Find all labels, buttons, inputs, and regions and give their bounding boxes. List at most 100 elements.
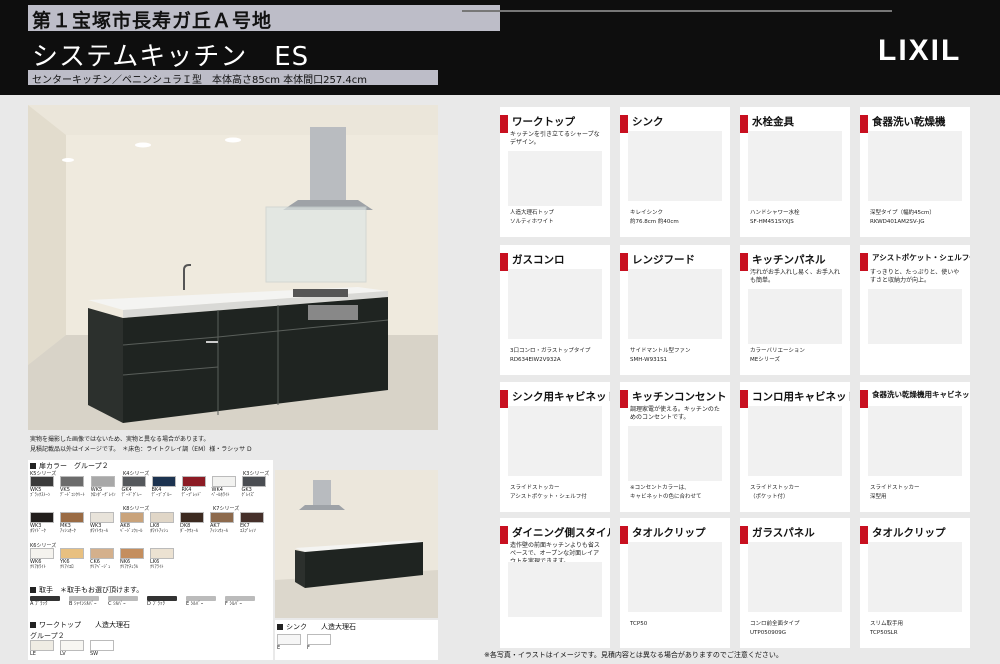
color-swatch[interactable]: NK6 ｸﾘｱﾅﾁｭﾗﾙ bbox=[120, 548, 144, 571]
card-accent-tab bbox=[500, 253, 508, 271]
swatch-name: ｸﾞﾚｲｽﾞ bbox=[241, 493, 256, 498]
card-caption: ※コンセントカラーは、 bbox=[630, 485, 690, 491]
sink-option[interactable]: E bbox=[277, 634, 301, 651]
footer-note: ※各写真・イラストはイメージです。見積内容とは異なる場合がありますのでご注意くだ… bbox=[484, 651, 783, 659]
handle-label: F ｼﾙﾊﾞｰ bbox=[225, 601, 242, 607]
color-swatch[interactable]: VK5 ﾃﾞｰﾄﾞｺﾝｸﾘｰﾄ bbox=[60, 476, 85, 499]
header-divider bbox=[462, 10, 892, 12]
color-swatch[interactable]: WK3 ﾎﾜｲﾄﾞｰｸ bbox=[30, 512, 54, 535]
feature-card: 食器洗い乾燥機 深型タイプ（幅約45cm） RKWD401AM2SV-JG bbox=[860, 107, 970, 237]
handle-option[interactable]: C ｼﾙﾊﾞｰ bbox=[108, 596, 142, 607]
sink-option[interactable]: F bbox=[307, 634, 331, 651]
swatch-chip bbox=[90, 512, 114, 523]
color-swatch[interactable]: WK3 ﾎﾜｲﾄｳｫｰﾙ bbox=[90, 512, 114, 535]
product-image bbox=[748, 289, 842, 344]
handle-label: C ｼﾙﾊﾞｰ bbox=[108, 601, 126, 607]
card-title: レンジフード bbox=[632, 254, 695, 266]
color-swatch[interactable]: RK4 ﾃﾞｰﾌﾟﾚｯﾄﾞ bbox=[181, 476, 206, 499]
card-accent-tab bbox=[500, 526, 508, 544]
color-swatch[interactable]: AK8 ﾍﾞｰｼﾞｭｳｫｰﾙ bbox=[120, 512, 144, 535]
card-caption-secondary: キャビネットの色に合わせて bbox=[630, 494, 702, 500]
color-swatch[interactable]: LK6 ｸﾘｱﾗｲﾄ bbox=[150, 548, 174, 571]
handle-option[interactable]: B ｼｬｲﾝｼﾙﾊﾞｰ bbox=[69, 596, 103, 607]
swatch-chip bbox=[60, 548, 84, 559]
card-accent-tab bbox=[620, 115, 628, 133]
swatch-chip bbox=[150, 512, 174, 523]
swatch-name: ｴｽﾌﾟﾚｯｿ bbox=[240, 529, 256, 534]
handle-heading-text: 取手 ＊取手もお選び頂けます。 bbox=[39, 586, 144, 594]
color-swatch[interactable]: WK5 ﾌﾞﾗｯｸｽﾄｰﾝ bbox=[30, 476, 54, 499]
swatch-name: ﾍﾟｰﾙﾎﾜｲﾄ bbox=[211, 493, 230, 498]
card-title: 食器洗い乾燥機用キャビネット bbox=[872, 390, 970, 399]
swatch-chip bbox=[30, 476, 54, 487]
color-swatch[interactable]: GK4 ﾃﾞｰﾄﾞｸﾞﾚｰ bbox=[121, 476, 146, 499]
color-swatch[interactable]: EK7 ｴｽﾌﾟﾚｯｿ bbox=[240, 512, 264, 535]
color-swatch[interactable]: CK6 ｸﾘｱﾍﾞｰｼﾞｭ bbox=[90, 548, 114, 571]
color-swatch[interactable]: DK8 ﾀﾞｰｸｳｫｰﾙ bbox=[180, 512, 204, 535]
card-title: コンロ用キャビネット bbox=[752, 391, 850, 403]
card-accent-tab bbox=[620, 526, 628, 544]
bullet-square-icon bbox=[30, 587, 36, 593]
color-swatch[interactable]: GK3 ｸﾞﾚｲｽﾞ bbox=[241, 476, 266, 499]
swatch-name: ﾃﾞｰﾌﾞﾌﾞﾙｰ bbox=[151, 493, 172, 498]
product-image bbox=[868, 131, 962, 201]
card-caption: 3口コンロ・ガラストップタイプ bbox=[510, 348, 591, 354]
color-swatch[interactable]: WK5 ｸﾛﾝﾀﾞｰｸﾞﾚｲﾝ bbox=[90, 476, 116, 499]
color-swatch[interactable]: LK8 ﾎﾜｲﾄｱｯｼｭ bbox=[150, 512, 174, 535]
subtitle: センターキッチン／ペニンシュラＩ型 本体高さ85cm 本体間口257.4cm bbox=[32, 75, 368, 86]
handle-heading: 取手 ＊取手もお選び頂けます。 bbox=[30, 585, 143, 595]
card-title: ダイニング側スタイル bbox=[512, 527, 610, 539]
color-swatch[interactable]: AK7 ｱｯｼｭｳｫｰﾙ bbox=[210, 512, 234, 535]
card-title: シンク用キャビネット bbox=[512, 391, 610, 403]
product-image bbox=[748, 542, 842, 612]
color-swatch[interactable]: YK6 ｸﾘｱｲｴﾛ bbox=[60, 548, 84, 571]
handle-option[interactable]: D ﾌﾞﾗｯｸ bbox=[147, 596, 181, 607]
card-accent-tab bbox=[860, 390, 868, 408]
swatch-name: ｸﾘｱﾍﾞｰｼﾞｭ bbox=[90, 565, 111, 570]
feature-card: ガスコンロ 3口コンロ・ガラストップタイプ RD634EIW2V932A bbox=[500, 245, 610, 375]
product-image bbox=[628, 131, 722, 201]
worktop-heading: ワークトップ 人造大理石 bbox=[30, 620, 130, 630]
feature-card: コンロ用キャビネット スライドストッカー （ポケット付） bbox=[740, 382, 850, 512]
header: 第１宝塚市長寿ガ丘Ａ号地 システムキッチン ES センターキッチン／ペニンシュラ… bbox=[0, 0, 1000, 95]
swatch-name: ｸﾛﾝﾀﾞｰｸﾞﾚｲﾝ bbox=[90, 493, 116, 498]
product-image bbox=[508, 151, 602, 206]
card-caption: カラーバリエーション bbox=[750, 348, 805, 354]
handle-label: E ｼﾙﾊﾞｰ bbox=[186, 601, 204, 607]
card-title: シンク bbox=[632, 116, 664, 128]
color-swatch[interactable]: WK4 ﾍﾟｰﾙﾎﾜｲﾄ bbox=[211, 476, 236, 499]
card-caption-secondary: UTP050909G bbox=[750, 630, 786, 636]
handle-option[interactable]: E ｼﾙﾊﾞｰ bbox=[186, 596, 220, 607]
feature-card: 水栓金具 ハンドシャワー水栓 SF-HM451SYXJS bbox=[740, 107, 850, 237]
worktop-option[interactable]: SW bbox=[90, 640, 114, 657]
card-title: 食器洗い乾燥機 bbox=[872, 116, 946, 128]
handle-option[interactable]: F ｼﾙﾊﾞｰ bbox=[225, 596, 259, 607]
swatch-name: ﾎﾜｲﾄｳｫｰﾙ bbox=[90, 529, 108, 534]
card-title: タオルクリップ bbox=[632, 527, 706, 539]
card-caption: キレイシンク bbox=[630, 210, 664, 216]
kitchen-rendering-small bbox=[275, 470, 438, 618]
swatch-name: ｱｯｼｭｳｫｰﾙ bbox=[210, 529, 228, 534]
swatch-name: ｸﾘｱﾅﾁｭﾗﾙ bbox=[120, 565, 138, 570]
swatch-chip bbox=[151, 476, 176, 487]
swatch-name: ﾎﾜｲﾄﾞｰｸ bbox=[30, 529, 46, 534]
card-accent-tab bbox=[740, 253, 748, 271]
swatch-chip bbox=[90, 640, 114, 651]
worktop-options: LE LV SW bbox=[30, 640, 114, 657]
swatch-chip bbox=[90, 476, 115, 487]
card-accent-tab bbox=[740, 390, 748, 408]
worktop-option[interactable]: LE bbox=[30, 640, 54, 657]
sink-code: F bbox=[307, 645, 310, 651]
color-swatch[interactable]: WK6 ｸﾘｱﾎﾜｲﾄ bbox=[30, 548, 54, 571]
card-caption-secondary: SF-HM451SYXJS bbox=[750, 219, 794, 225]
series-label: K7シリーズ bbox=[213, 506, 240, 512]
swatch-name: ﾃﾞｰﾄﾞｺﾝｸﾘｰﾄ bbox=[60, 493, 85, 498]
photo-note-2: 見積記載品以外はイメージです。 ＊床色：ライトクレイ調（EM）様・ラシッサ D bbox=[30, 446, 252, 453]
lixil-logo: LIXIL bbox=[878, 34, 962, 67]
handle-option[interactable]: A ﾌﾞﾗｯｸ bbox=[30, 596, 64, 607]
card-description: キッチンを引き立てるシャープなデザイン。 bbox=[510, 131, 600, 146]
worktop-option[interactable]: LV bbox=[60, 640, 84, 657]
card-title: ガスコンロ bbox=[512, 254, 565, 266]
color-swatch[interactable]: BK4 ﾃﾞｰﾌﾞﾌﾞﾙｰ bbox=[151, 476, 176, 499]
color-swatch[interactable]: MK3 ｱｯｼｭｵｰｸ bbox=[60, 512, 84, 535]
